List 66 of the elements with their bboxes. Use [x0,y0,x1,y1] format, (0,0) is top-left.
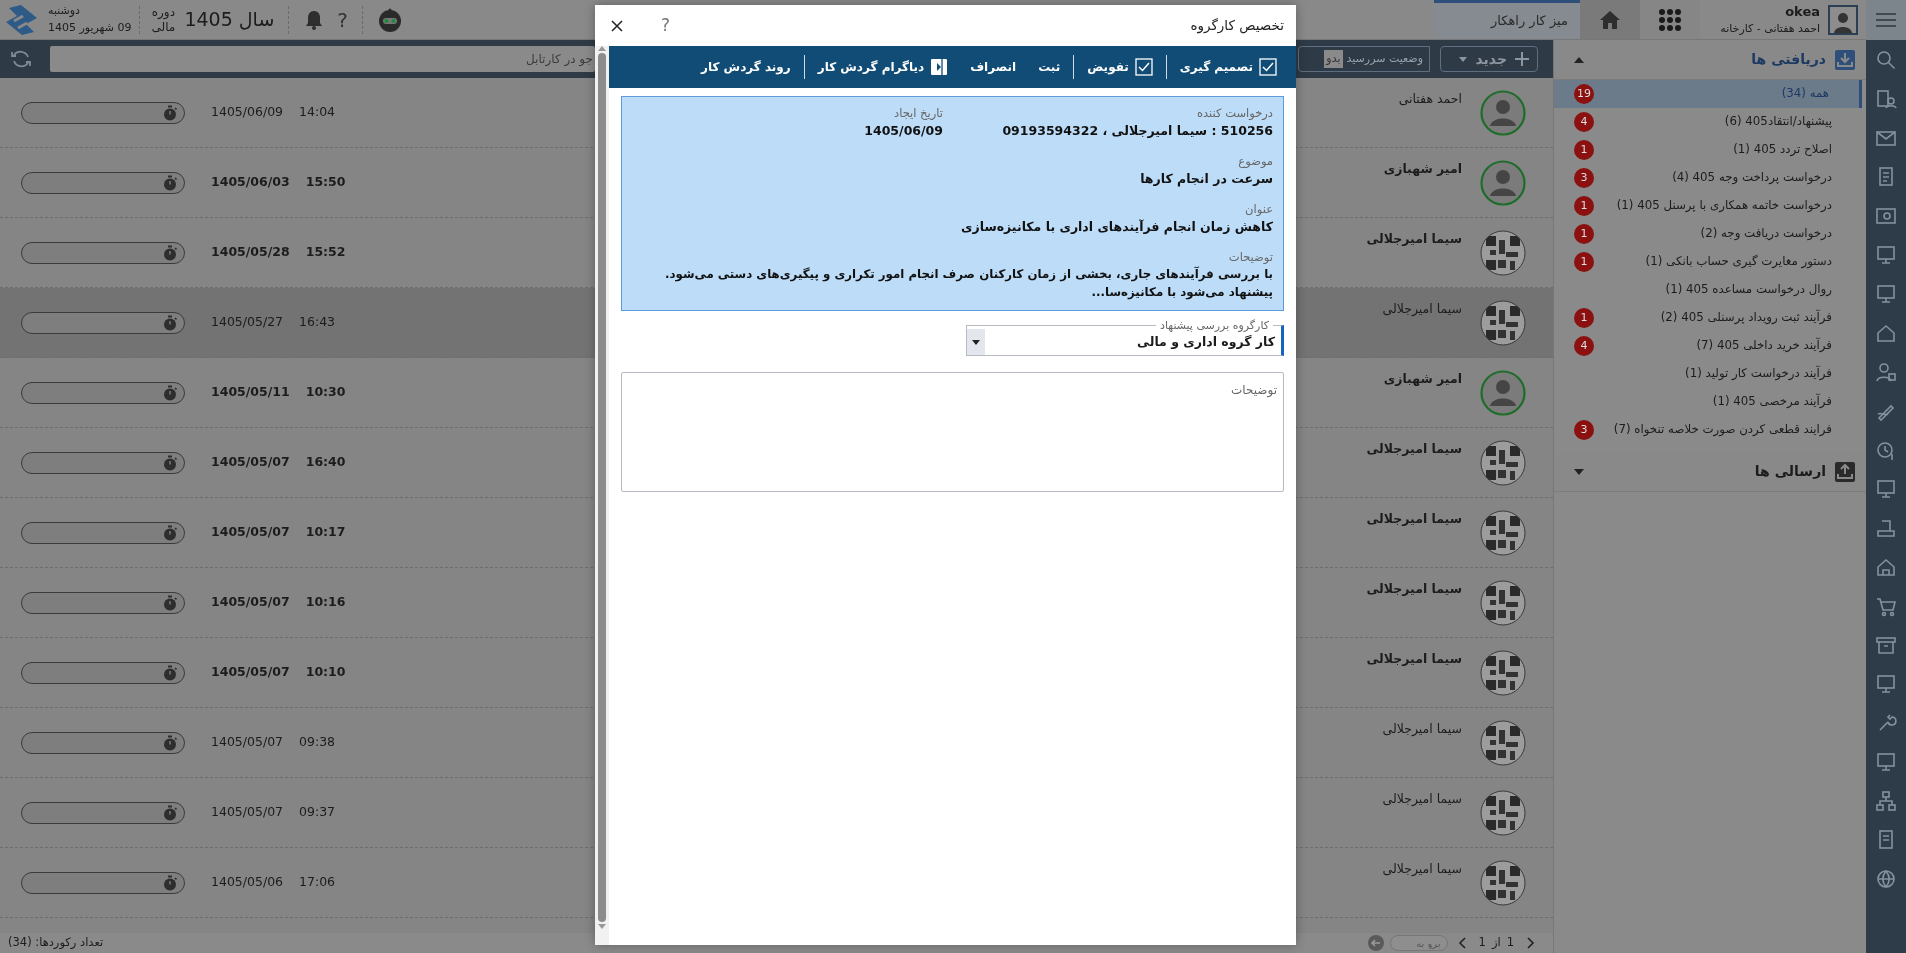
field-label: توضیحات [1227,249,1273,266]
date-text: 1405/06/03 [211,173,290,192]
date-text: 1405/05/07 [211,733,284,752]
sender-name: سیما امیرجلالی [1366,650,1462,668]
time-text: 16:40 [305,453,346,472]
date-text: 1405/06/09 [211,103,284,122]
sender-name: سیما امیرجلالی [1382,720,1462,738]
count-badge: 1 [1574,252,1594,272]
page-of-label: از [1491,934,1501,952]
sender-name: سیما امیرجلالی [1382,300,1462,318]
count-badge: 1 [1574,224,1594,244]
count-badge: 3 [1574,168,1594,188]
field-value: 1405/06/09 [864,122,943,141]
count-badge: 1 [1574,308,1594,328]
date-text: 1405/05/07 [211,453,290,472]
record-count: تعداد رکوردها: (34) [8,934,104,952]
date-text: 1405/05/07 [211,663,290,682]
time-text: 17:06 [299,873,336,892]
sender-name: سیما امیرجلالی [1366,510,1462,528]
time-text: 10:30 [305,383,346,402]
field-label: درخواست کننده [1196,105,1273,122]
page-number: 1 [1506,934,1514,952]
field-label: موضوع [1237,153,1273,170]
field-value: با بررسی فرآیندهای جاری، بخشی از زمان کارکنان صرف انجام امور تکراری و پیگیری‌های دستی می‌شود. پیشنهاد می‌شود با مکانیزه‌سا... [663,266,1273,302]
date-text: 1405/05/07 [211,523,290,542]
time-text: 15:50 [305,173,346,192]
field-value: سرعت در انجام کارها [1139,170,1273,189]
count-badge: 3 [1574,420,1594,440]
date-text: 1405/05/27 [211,313,284,332]
fiscal-period-label: دوره مالی [150,5,177,34]
time-text: 10:10 [305,663,346,682]
date-text: 1405/05/07 [211,803,284,822]
time-text: 14:04 [299,103,336,122]
sender-name: سیما امیرجلالی [1382,860,1462,878]
current-date: 09 شهریور 1405 [48,19,132,36]
sender-name: سیما امیرجلالی [1366,230,1462,248]
count-badge: 4 [1574,336,1594,356]
time-text: 16:43 [299,313,336,332]
time-text: 09:38 [299,733,336,752]
sender-name: سیما امیرجلالی [1366,440,1462,458]
time-text: 10:16 [305,593,346,612]
date-text: 1405/05/07 [211,593,290,612]
count-badge: 4 [1574,112,1594,132]
count-badge: 1 [1574,140,1594,160]
sender-name: امیر شهبازی [1383,160,1462,178]
date-text: 1405/05/11 [211,383,290,402]
field-value: کاهش زمان انجام فرآیندهای اداری با مکانیزه‌سازی [960,218,1273,237]
time-text: 15:52 [305,243,346,262]
field-value: 510256 : سیما امیرجلالی ، 09193594322 [1001,122,1273,141]
time-text: 10:17 [305,523,346,542]
field-label: عنوان [1244,201,1273,218]
sender-name: احمد هفتانی [1398,90,1462,108]
date-text: 1405/05/06 [211,873,284,892]
date-text: 1405/05/28 [211,243,290,262]
dialog-title: تخصیص کارگروه [1190,16,1284,36]
count-badge: 19 [1574,84,1594,104]
count-badge: 1 [1574,196,1594,216]
page-count: 1 [1478,934,1486,952]
user-name: okea [1784,2,1820,21]
sender-name: سیما امیرجلالی [1366,580,1462,598]
sender-name: امیر شهبازی [1383,370,1462,388]
time-text: 09:37 [299,803,336,822]
sender-name: سیما امیرجلالی [1382,790,1462,808]
field-label: تاریخ ایجاد [893,105,943,122]
weekday: دوشنبه [48,3,81,19]
user-detail: احمد هفتانی - کارخانه [1720,21,1820,37]
